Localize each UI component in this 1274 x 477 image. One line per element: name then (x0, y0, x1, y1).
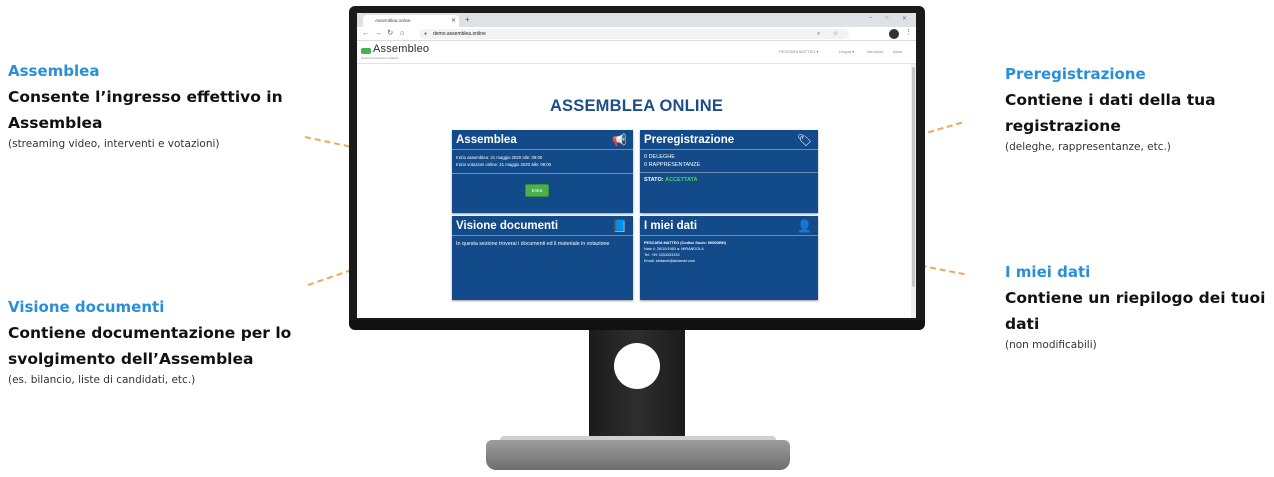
site-logo-subtitle: Segreteria Assemblea e Votazioni (361, 57, 399, 60)
card-miei-dati[interactable]: I miei dati 👤 PESCARA MATTEO (Codice Soc… (640, 216, 818, 300)
card-divider (452, 173, 633, 174)
card-title: Visione documenti (456, 220, 559, 232)
annotation-title: Preregistrazione (1005, 65, 1146, 83)
proxies-count: 0 DELEGHE (644, 154, 675, 160)
logo-mark-icon (361, 48, 371, 54)
card-body: Inizio assemblea: 21 maggio 2020 alle: 0… (456, 154, 551, 168)
close-window-icon[interactable]: ✕ (902, 15, 907, 22)
annotation-heading: Assemblea (8, 114, 103, 132)
reload-icon[interactable]: ↻ (387, 28, 393, 37)
browser-window: Assemblea.online ✕ + – ○ ✕ ← → ↻ ⌂ ● dem… (357, 13, 916, 318)
browser-menu-icon[interactable]: ⋮ (905, 28, 912, 36)
site-header: Assembleo Segreteria Assemblea e Votazio… (357, 42, 916, 64)
annotation-title: Visione documenti (8, 298, 165, 316)
annotation-visione-documenti: Visione documenti Contiene documentazion… (8, 298, 328, 386)
assembly-start-time: Inizio assemblea: 21 maggio 2020 alle: 0… (456, 155, 543, 160)
user-menu[interactable]: PESCARA MATTEO ▾ (779, 49, 819, 54)
megaphone-icon: 📢 (612, 133, 627, 147)
home-icon[interactable]: ⌂ (400, 28, 405, 37)
annotation-heading: registrazione (1005, 117, 1121, 135)
monitor-chin (349, 320, 925, 330)
tab-title: Assemblea.online (375, 18, 411, 23)
url-text: demo.assemblea.online (433, 31, 486, 37)
annotation-miei-dati: I miei dati Contiene un riepilogo dei tu… (1005, 263, 1270, 351)
annotation-preregistrazione: Preregistrazione Contiene i dati della t… (1005, 65, 1270, 153)
tag-icon: 🏷 (796, 133, 812, 147)
address-bar: ← → ↻ ⌂ ● demo.assemblea.online ⌕ ☆ ⋮ (357, 27, 916, 41)
monitor-stand-base (486, 440, 790, 470)
card-visione-documenti[interactable]: Visione documenti 📘 In questa sezione tr… (452, 216, 633, 300)
registration-status: STATO: ACCETTATA (644, 177, 697, 184)
annotation-title: Assemblea (8, 62, 100, 80)
annotation-assemblea: Assemblea Consente l’ingresso effettivo … (8, 62, 308, 150)
status-badge: ACCETTATA (665, 177, 698, 183)
close-tab-icon[interactable]: ✕ (451, 15, 456, 27)
help-link[interactable]: Aiuto (893, 49, 902, 54)
new-tab-icon[interactable]: + (465, 15, 470, 24)
document-icon: 📘 (612, 219, 627, 233)
annotation-subtext: (es. bilancio, liste di candidati, etc.) (8, 374, 196, 386)
card-body: PESCARA MATTEO (Codice Socio: 0000DBH) N… (644, 240, 726, 264)
user-email: Email: abdanet@abdanet.com (644, 259, 696, 263)
annotation-heading: svolgimento dell’Assemblea (8, 350, 254, 368)
bookmark-star-icon[interactable]: ☆ (833, 29, 838, 39)
instructions-link[interactable]: Istruzioni (867, 49, 883, 54)
status-label: STATO: (644, 177, 664, 183)
search-icon[interactable]: ⌕ (817, 29, 820, 39)
annotation-subtext: (deleghe, rappresentanze, etc.) (1005, 141, 1171, 153)
annotation-heading: Consente l’ingresso effettivo in (8, 88, 283, 106)
card-description: In questa sezione troverai i documenti e… (456, 241, 610, 247)
card-divider (640, 149, 818, 150)
annotation-title: I miei dati (1005, 263, 1091, 281)
card-title: Assemblea (456, 134, 517, 146)
card-preregistrazione[interactable]: Preregistrazione 🏷 0 DELEGHE 0 RAPPRESEN… (640, 130, 818, 213)
annotation-heading: Contiene i dati della tua (1005, 91, 1216, 109)
annotation-heading: Contiene documentazione per lo (8, 324, 292, 342)
tab-bar: Assemblea.online ✕ + – ○ ✕ (357, 13, 916, 27)
browser-tab[interactable]: Assemblea.online ✕ (363, 15, 459, 27)
annotation-subtext: (non modificabili) (1005, 339, 1097, 351)
profile-avatar[interactable] (889, 29, 899, 39)
card-divider (452, 149, 633, 150)
card-divider (640, 172, 818, 173)
card-divider (640, 235, 818, 236)
voting-start-time: Inizio votazioni online: 21 maggio 2020 … (456, 162, 552, 167)
language-menu[interactable]: Lingua ▾ (839, 49, 854, 54)
card-assemblea[interactable]: Assemblea 📢 Inizio assemblea: 21 maggio … (452, 130, 633, 213)
maximize-icon[interactable]: ○ (885, 15, 889, 21)
card-title: I miei dati (644, 220, 698, 232)
annotation-heading: Contiene un riepilogo dei tuoi (1005, 289, 1266, 307)
card-body: 0 DELEGHE 0 RAPPRESENTANZE (644, 154, 700, 169)
minimize-icon[interactable]: – (869, 15, 872, 21)
back-icon[interactable]: ← (362, 28, 370, 37)
enter-button[interactable]: Entra (525, 184, 549, 197)
representations-count: 0 RAPPRESENTANZE (644, 161, 701, 168)
user-icon: 👤 (797, 219, 812, 233)
lock-icon: ● (424, 31, 428, 37)
annotation-heading: dati (1005, 315, 1040, 333)
page-title: ASSEMBLEA ONLINE (549, 97, 724, 115)
card-divider (452, 235, 633, 236)
annotation-subtext: (streaming video, interventi e votazioni… (8, 138, 220, 150)
url-field[interactable]: ● demo.assemblea.online ⌕ ☆ (419, 29, 849, 39)
forward-icon[interactable]: → (374, 28, 382, 37)
monitor-stand-cable-hole (614, 343, 660, 389)
site-logo[interactable]: Assembleo (373, 43, 429, 55)
card-title: Preregistrazione (644, 134, 735, 146)
